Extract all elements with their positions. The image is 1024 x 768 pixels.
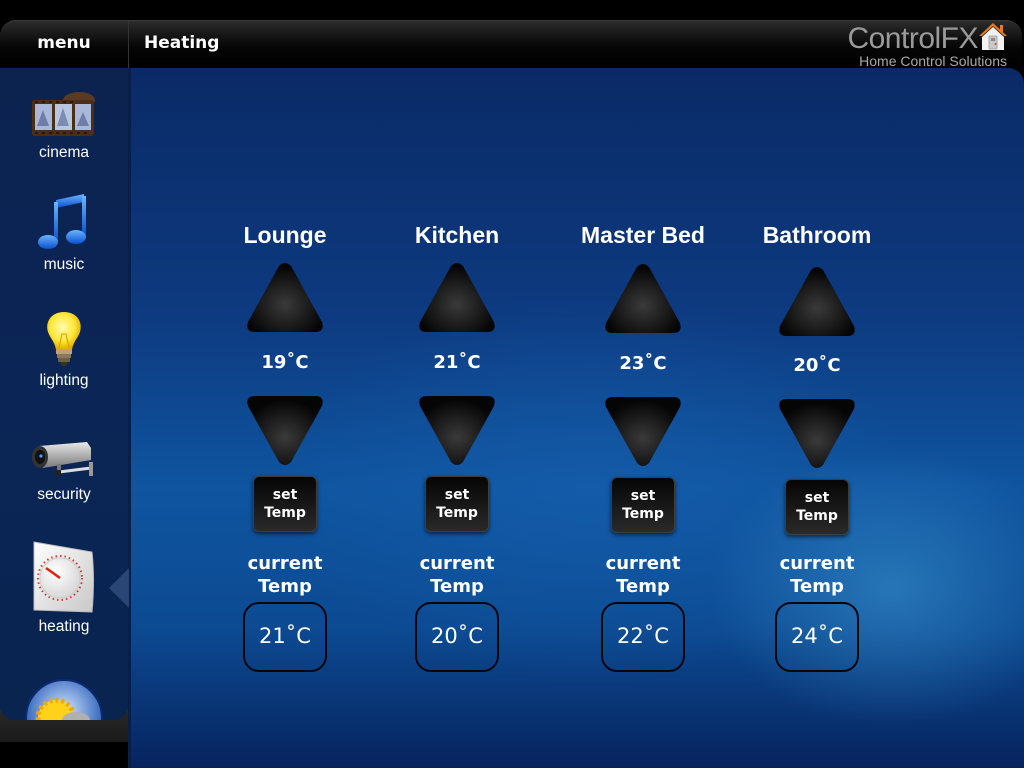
arrow-up-icon [419, 263, 495, 332]
arrow-down-icon [247, 396, 323, 465]
zone-name: Kitchen [414, 222, 500, 248]
security-camera-icon [32, 442, 93, 476]
sidebar-item-label: music [43, 256, 85, 273]
sidebar-item-label: lighting [39, 372, 89, 389]
decrease-temp-button[interactable] [245, 394, 325, 466]
arrow-down-icon [419, 396, 495, 465]
top-bar: menu Heating ControlFX Home Control Solu… [0, 20, 1022, 69]
house-icon [979, 23, 1007, 50]
set-temp-label: Temp [796, 508, 838, 524]
decrease-temp-button[interactable] [777, 397, 857, 469]
sidebar-item-weather[interactable] [0, 678, 128, 720]
set-temp-label: set [444, 487, 470, 503]
top-bar-divider [128, 21, 129, 69]
current-temp-value: 24˚C [775, 602, 859, 672]
arrow-up-icon [779, 267, 855, 336]
sidebar-item-label: heating [38, 618, 90, 635]
brand-logo: ControlFX Home Control Solutions [847, 21, 1008, 68]
arrow-up-icon [247, 263, 323, 332]
sidebar-item-cinema[interactable]: cinema [0, 90, 128, 162]
sidebar: cinema music lighting security heating [0, 68, 128, 720]
light-bulb-icon [47, 312, 81, 366]
weather-icon [25, 679, 103, 720]
set-temp-button[interactable]: set Temp [425, 476, 489, 532]
menu-button[interactable]: menu [0, 33, 128, 53]
current-temp-label: current Temp [247, 553, 323, 597]
set-temp-label: Temp [622, 506, 664, 522]
setpoint-value: 20˚C [793, 355, 841, 376]
current-temp-value: 21˚C [243, 602, 327, 672]
set-temp-label: Temp [264, 505, 306, 521]
film-reel-icon [32, 92, 95, 136]
setpoint-value: 23˚C [619, 353, 667, 374]
sidebar-item-lighting[interactable]: lighting [0, 308, 128, 390]
brand-tagline: Home Control Solutions [859, 53, 1007, 69]
brand-name: ControlFX [847, 22, 978, 55]
decrease-temp-button[interactable] [603, 395, 683, 467]
current-temp-label: current Temp [605, 553, 681, 597]
selected-item-pointer [109, 568, 129, 608]
setpoint-value: 19˚C [261, 352, 309, 373]
set-temp-label: set [630, 488, 656, 504]
thermostat-icon [33, 541, 94, 613]
sidebar-item-label: cinema [39, 144, 89, 161]
arrow-down-icon [605, 397, 681, 466]
current-temp-value: 22˚C [601, 602, 685, 672]
current-temp-label: current Temp [779, 553, 855, 597]
arrow-down-icon [779, 399, 855, 468]
decrease-temp-button[interactable] [417, 394, 497, 466]
increase-temp-button[interactable] [603, 263, 683, 335]
set-temp-label: set [272, 487, 298, 503]
sidebar-item-music[interactable]: music [0, 190, 128, 274]
set-temp-button[interactable]: set Temp [611, 477, 675, 533]
set-temp-label: set [804, 490, 830, 506]
increase-temp-button[interactable] [417, 262, 497, 334]
setpoint-value: 21˚C [433, 352, 481, 373]
increase-temp-button[interactable] [777, 266, 857, 338]
current-temp-label: current Temp [419, 553, 495, 597]
sidebar-item-security[interactable]: security [0, 438, 128, 504]
zone-name: Bathroom [762, 222, 872, 248]
set-temp-label: Temp [436, 505, 478, 521]
set-temp-button[interactable]: set Temp [253, 476, 317, 532]
page-title: Heating [144, 33, 220, 53]
current-temp-value: 20˚C [415, 602, 499, 672]
set-temp-button[interactable]: set Temp [785, 479, 849, 535]
sidebar-item-label: security [37, 486, 91, 503]
increase-temp-button[interactable] [245, 262, 325, 334]
music-note-icon [38, 194, 86, 249]
arrow-up-icon [605, 264, 681, 333]
